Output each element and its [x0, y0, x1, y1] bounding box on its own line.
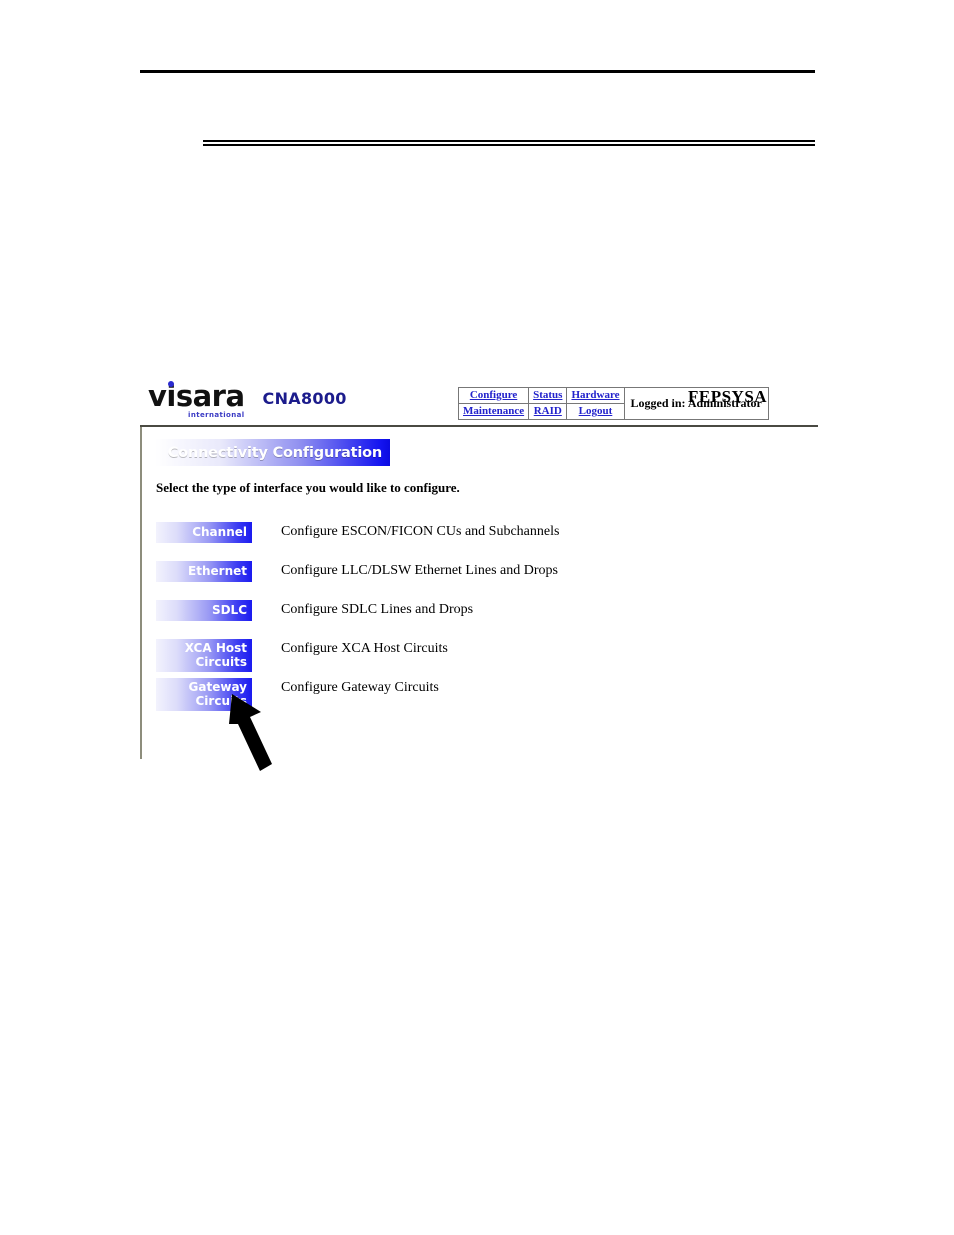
- interface-row-ethernet: Ethernet Configure LLC/DLSW Ethernet Lin…: [156, 561, 796, 600]
- app-header: visara international CNA8000 Configure S…: [140, 378, 818, 425]
- sdlc-button-label: SDLC: [211, 603, 247, 617]
- nav-link-configure[interactable]: Configure: [470, 389, 517, 401]
- nav-cell-maintenance[interactable]: Maintenance: [457, 403, 530, 420]
- channel-button-label: Channel: [192, 525, 247, 539]
- sdlc-description: Configure SDLC Lines and Drops: [281, 602, 474, 617]
- nav-link-status[interactable]: Status: [533, 389, 562, 401]
- xca-host-circuits-button-label: XCA Host: [184, 641, 247, 655]
- gateway-circuits-button[interactable]: Gateway Circuits: [156, 678, 252, 711]
- sdlc-button[interactable]: SDLC: [156, 600, 252, 621]
- brand-block: visara international CNA8000: [148, 379, 347, 419]
- content-area: Connectivity Configuration Select the ty…: [140, 427, 818, 759]
- product-name: CNA8000: [262, 389, 347, 408]
- interface-row-sdlc: SDLC Configure SDLC Lines and Drops: [156, 600, 796, 639]
- xca-host-circuits-description: Configure XCA Host Circuits: [281, 641, 448, 656]
- nav-link-hardware[interactable]: Hardware: [571, 389, 619, 401]
- nav-cell-status[interactable]: Status: [528, 387, 568, 404]
- channel-button[interactable]: Channel: [156, 522, 252, 543]
- gateway-circuits-button-label-line2: Circuits: [195, 694, 248, 708]
- interface-row-channel: Channel Configure ESCON/FICON CUs and Su…: [156, 522, 796, 561]
- nav-cell-hardware[interactable]: Hardware: [566, 387, 625, 404]
- ethernet-description: Configure LLC/DLSW Ethernet Lines and Dr…: [281, 563, 558, 578]
- page-header-rule: [140, 70, 815, 73]
- gateway-circuits-description: Configure Gateway Circuits: [281, 680, 439, 695]
- gateway-circuits-button-label: Gateway: [188, 680, 247, 694]
- visara-logo: visara international: [148, 379, 247, 419]
- channel-description: Configure ESCON/FICON CUs and Subchannel…: [281, 524, 560, 539]
- nav-link-raid[interactable]: RAID: [534, 405, 562, 417]
- xca-host-circuits-button-label-line2: Circuits: [195, 655, 248, 669]
- visara-logo-text: visara: [148, 379, 245, 413]
- xca-host-circuits-button[interactable]: XCA Host Circuits: [156, 639, 252, 672]
- nav-cell-configure[interactable]: Configure: [457, 387, 530, 404]
- nav-cell-logout[interactable]: Logout: [566, 403, 625, 420]
- nav-cell-raid[interactable]: RAID: [528, 403, 568, 420]
- logo-dot-icon: [168, 381, 174, 387]
- interface-type-list: Channel Configure ESCON/FICON CUs and Su…: [156, 522, 796, 717]
- interface-row-xca-host-circuits: XCA Host Circuits Configure XCA Host Cir…: [156, 639, 796, 678]
- interface-row-gateway-circuits: Gateway Circuits Configure Gateway Circu…: [156, 678, 796, 717]
- page-subheader-double-rule: [203, 140, 815, 146]
- instruction-text: Select the type of interface you would l…: [156, 480, 460, 495]
- section-title-banner: Connectivity Configuration: [155, 439, 390, 466]
- cna8000-web-console: visara international CNA8000 Configure S…: [140, 378, 818, 763]
- nav-link-maintenance[interactable]: Maintenance: [463, 405, 524, 417]
- ethernet-button-label: Ethernet: [188, 564, 247, 578]
- system-name-label: FEPSYSA: [688, 387, 768, 406]
- visara-logo-subtext: international: [188, 411, 245, 419]
- nav-link-logout[interactable]: Logout: [579, 405, 613, 417]
- ethernet-button[interactable]: Ethernet: [156, 561, 252, 582]
